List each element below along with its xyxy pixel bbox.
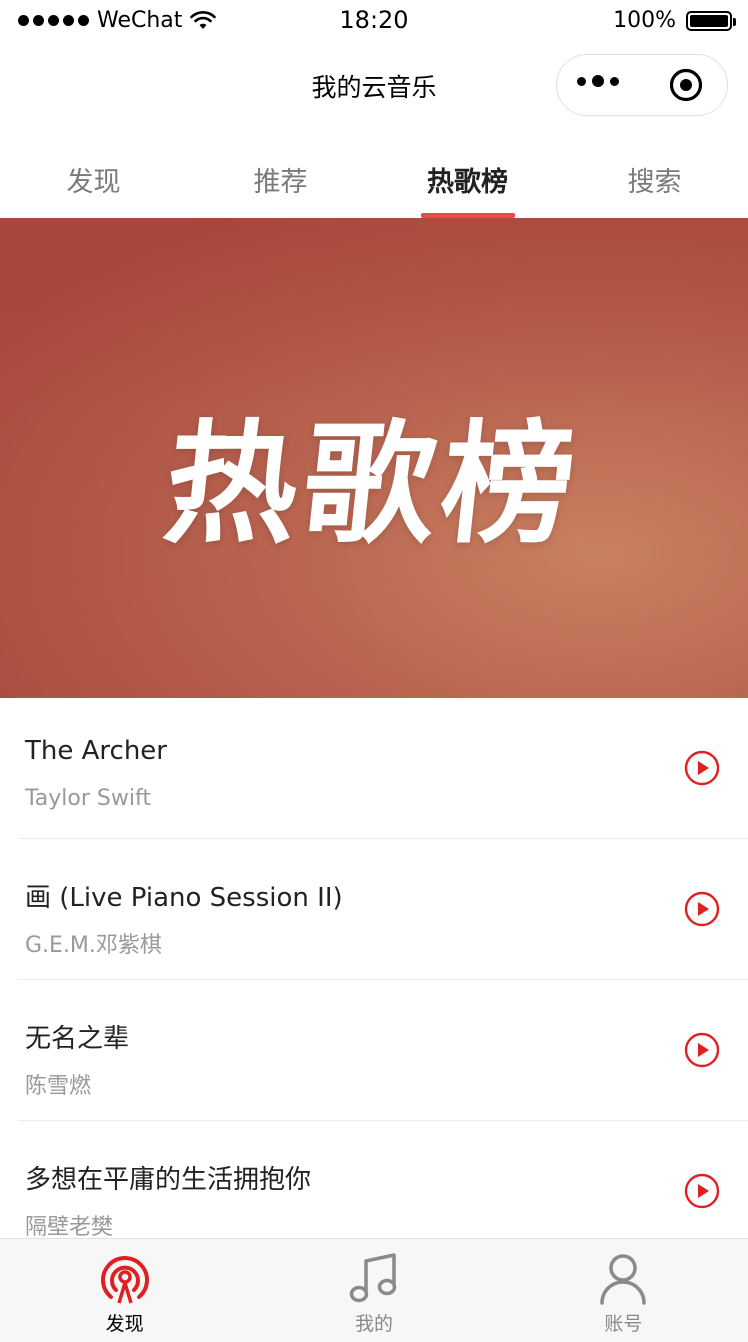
hot-songs-banner: 热歌榜 [0, 218, 748, 698]
battery-status: 100% [613, 8, 736, 33]
tabbar-item-account[interactable]: 账号 [499, 1239, 748, 1342]
tab-discover[interactable]: 发现 [0, 128, 187, 218]
tab-label: 搜索 [627, 167, 682, 198]
play-icon[interactable] [684, 1032, 720, 1068]
navigation-bar: 我的云音乐 [0, 44, 748, 128]
song-artist: G.E.M.邓紫棋 [25, 933, 162, 958]
song-title: The Archer [25, 736, 167, 766]
banner-title: 热歌榜 [157, 408, 588, 562]
tab-label: 发现 [66, 167, 121, 198]
battery-percent: 100% [613, 8, 676, 33]
play-icon[interactable] [684, 1173, 720, 1209]
close-miniprogram-icon[interactable] [669, 68, 703, 102]
tab-search[interactable]: 搜索 [561, 128, 748, 218]
top-tabs: 发现 推荐 热歌榜 搜索 [0, 128, 748, 218]
status-bar: WeChat 18:20 100% [0, 0, 748, 44]
tabbar-label: 发现 [105, 1313, 144, 1335]
tabbar-item-discover[interactable]: 发现 [0, 1239, 249, 1342]
user-icon [600, 1254, 647, 1305]
list-item[interactable]: 画 (Live Piano Session II) G.E.M.邓紫棋 [18, 839, 748, 980]
song-title: 画 (Live Piano Session II) [25, 883, 343, 913]
list-item[interactable]: The Archer Taylor Swift [18, 698, 748, 839]
radio-icon [100, 1256, 149, 1304]
tabbar-label: 我的 [354, 1313, 393, 1335]
tab-label: 推荐 [253, 167, 308, 198]
play-icon[interactable] [684, 750, 720, 786]
list-item[interactable]: 无名之辈 陈雪燃 [18, 980, 748, 1121]
song-list: The Archer Taylor Swift 画 (Live Piano Se… [0, 698, 748, 1261]
song-artist: 隔壁老樊 [25, 1215, 114, 1240]
miniprogram-capsule [556, 54, 728, 116]
tab-hot-songs[interactable]: 热歌榜 [374, 128, 561, 218]
more-options-icon[interactable] [577, 75, 619, 87]
tabbar-item-mine[interactable]: 我的 [249, 1239, 498, 1342]
song-artist: 陈雪燃 [25, 1074, 92, 1099]
tabbar-label: 账号 [604, 1313, 643, 1335]
song-title: 多想在平庸的生活拥抱你 [25, 1165, 312, 1195]
bottom-tab-bar: 发现 我的 账号 [0, 1238, 748, 1342]
tab-label: 热歌榜 [427, 167, 508, 198]
song-title: 无名之辈 [25, 1024, 130, 1054]
tab-recommend[interactable]: 推荐 [187, 128, 374, 218]
music-note-icon [349, 1253, 397, 1303]
song-artist: Taylor Swift [25, 786, 151, 811]
battery-icon [686, 10, 736, 31]
play-icon[interactable] [684, 891, 720, 927]
